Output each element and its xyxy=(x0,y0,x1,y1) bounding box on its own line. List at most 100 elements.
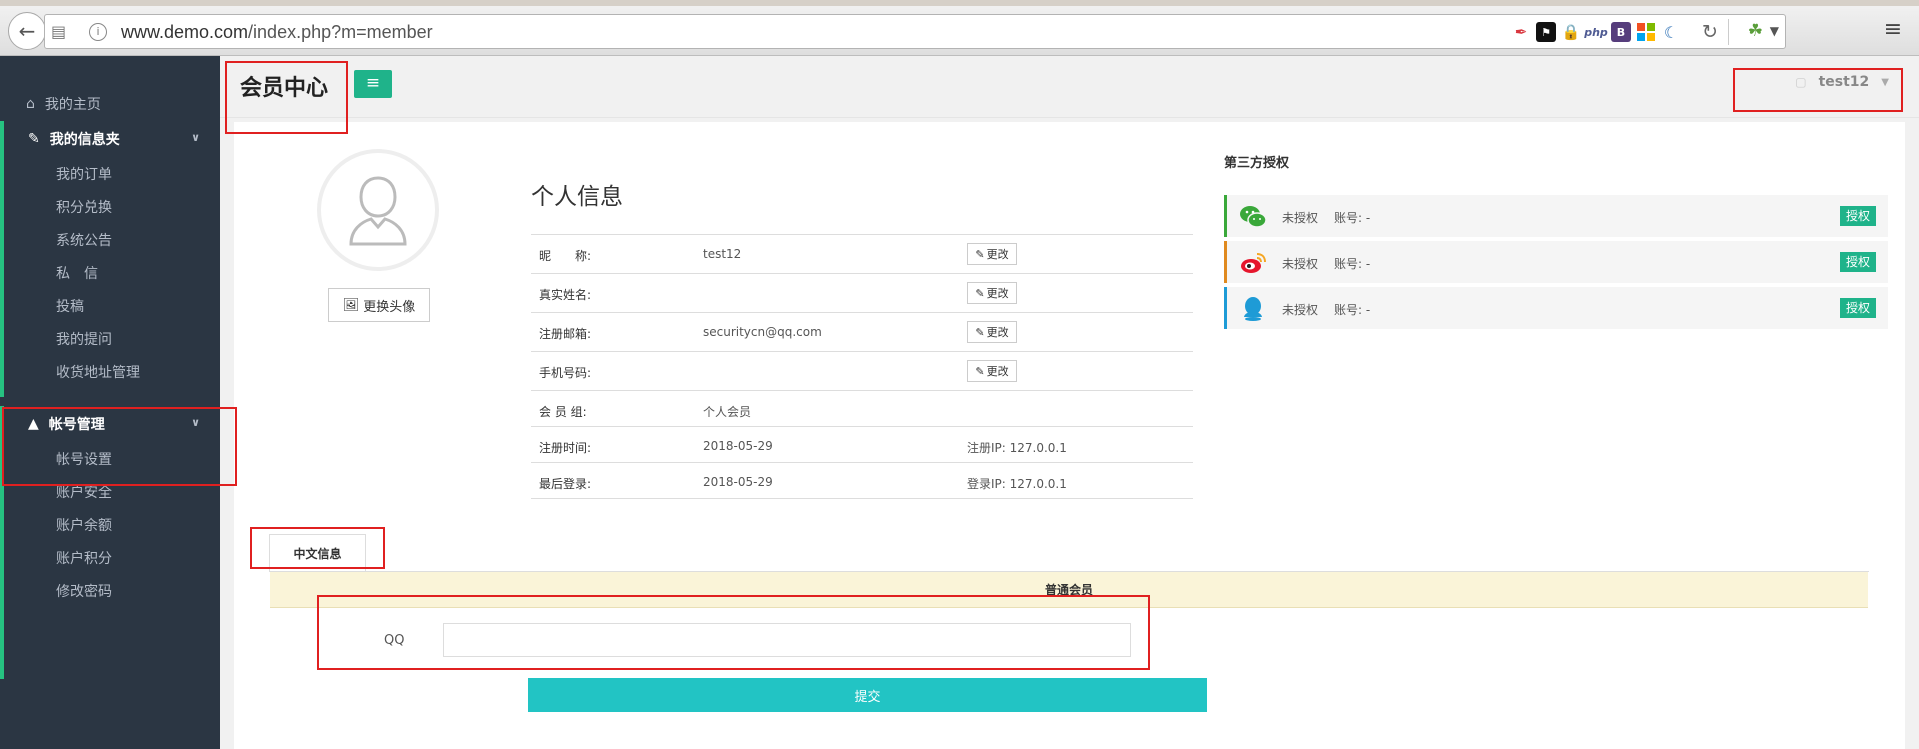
edit-label: 更改 xyxy=(986,326,1009,339)
browser-menu-icon[interactable]: ≡ xyxy=(1880,17,1906,43)
sidebar-group-title: 帐号管理 xyxy=(48,417,105,433)
flag-icon[interactable]: ⚑ xyxy=(1536,22,1556,42)
auth-status: 未授权 xyxy=(1282,211,1319,225)
leaf-extension-icon[interactable]: ☘ xyxy=(1748,21,1763,41)
menu-icon: ≡ xyxy=(365,73,381,93)
edit-phone-button[interactable]: ✎ 更改 xyxy=(967,360,1017,382)
avatar xyxy=(317,149,439,271)
row-value: 2018-05-29 xyxy=(703,475,773,489)
table-row: 会 员 组: 个人会员 xyxy=(531,390,1193,426)
edit-nickname-button[interactable]: ✎ 更改 xyxy=(967,243,1017,265)
authorize-qq-button[interactable]: 授权 xyxy=(1839,298,1876,318)
third-party-row-wechat: 未授权 账号: - 授权 xyxy=(1224,195,1888,237)
row-label: 手机号码: xyxy=(539,366,592,380)
auth-status: 未授权 xyxy=(1282,257,1319,271)
qq-input[interactable] xyxy=(443,623,1131,657)
edit-icon: ✎ xyxy=(975,325,985,339)
row-label: 注册邮箱: xyxy=(539,327,592,341)
sidebar-item-contribute[interactable]: 投稿 xyxy=(4,289,220,322)
edit-icon: ✎ xyxy=(975,247,985,261)
sidebar-item-account-settings[interactable]: 帐号设置 xyxy=(4,442,220,475)
sidebar-group-header[interactable]: ▲ 帐号管理 ∨ xyxy=(4,406,220,442)
edit-icon: ✎ xyxy=(975,364,985,378)
tab-strip xyxy=(0,0,1919,6)
sidebar-item-messages[interactable]: 私 信 xyxy=(4,256,220,289)
chevron-down-icon[interactable]: ▼ xyxy=(1770,24,1779,38)
edit-realname-button[interactable]: ✎ 更改 xyxy=(967,282,1017,304)
chevron-down-icon: ∨ xyxy=(191,131,200,144)
address-bar[interactable]: ▤ i www.demo.com/index.php?m=member ✒ ⚑ … xyxy=(44,14,1786,49)
lock-icon[interactable]: 🔒 xyxy=(1561,22,1581,42)
row-label: 注册时间: xyxy=(539,441,592,455)
table-row: 昵 称: test12 ✎ 更改 xyxy=(531,234,1193,273)
url-host: www.demo.com xyxy=(121,22,249,42)
table-row: 真实姓名: ✎ 更改 xyxy=(531,273,1193,312)
url-text[interactable]: www.demo.com/index.php?m=member xyxy=(121,22,433,43)
browser-toolbar: ← ▤ i www.demo.com/index.php?m=member ✒ … xyxy=(0,0,1919,56)
sidebar-group-header[interactable]: ✎ 我的信息夹 ∨ xyxy=(4,121,220,157)
auth-account: 账号: - xyxy=(1334,257,1371,271)
table-row: 注册时间: 2018-05-29 注册IP: 127.0.0.1 xyxy=(531,426,1193,462)
third-party-title: 第三方授权 xyxy=(1224,156,1290,171)
edit-icon: ✎ xyxy=(975,286,985,300)
sidebar-item-account-security[interactable]: 账户安全 xyxy=(4,475,220,508)
section-header: 普通会员 xyxy=(270,572,1868,608)
third-party-row-weibo: 未授权 账号: - 授权 xyxy=(1224,241,1888,283)
sidebar-item-announcements[interactable]: 系统公告 xyxy=(4,223,220,256)
table-row: 注册邮箱: securitycn@qq.com ✎ 更改 xyxy=(531,312,1193,351)
avatar-icon: ▢ xyxy=(1795,75,1807,89)
row-value: securitycn@qq.com xyxy=(703,325,822,339)
auth-account: 账号: - xyxy=(1334,303,1371,317)
divider xyxy=(1728,19,1729,45)
info-icon[interactable]: i xyxy=(89,23,107,41)
home-icon: ⌂ xyxy=(26,96,35,112)
sidebar-item-home[interactable]: ⌂ 我的主页 xyxy=(0,86,220,122)
sidebar-item-questions[interactable]: 我的提问 xyxy=(4,322,220,355)
image-icon: 🖼 xyxy=(342,297,360,313)
change-avatar-button[interactable]: 🖼 更换头像 xyxy=(328,288,430,322)
content-panel: 🖼 更换头像 个人信息 昵 称: test12 ✎ 更改 真实姓名: ✎ 更改 注册… xyxy=(234,122,1905,749)
third-party-row-qq: 未授权 账号: - 授权 xyxy=(1224,287,1888,329)
url-path: /index.php?m=member xyxy=(248,22,433,42)
back-button[interactable]: ← xyxy=(8,12,46,50)
extension-icons: ✒ ⚑ 🔒 php B ☾ xyxy=(1511,22,1681,42)
page-title: 会员中心 xyxy=(240,76,329,101)
row-label: 真实姓名: xyxy=(539,288,592,302)
tab-chinese-info[interactable]: 中文信息 xyxy=(269,534,366,572)
authorize-wechat-button[interactable]: 授权 xyxy=(1839,206,1876,226)
row-label: 最后登录: xyxy=(539,477,592,491)
sidebar-item-balance[interactable]: 账户余额 xyxy=(4,508,220,541)
change-avatar-label: 更换头像 xyxy=(363,299,416,315)
sidebar-group-account: ▲ 帐号管理 ∨ 帐号设置 账户安全 账户余额 账户积分 修改密码 xyxy=(0,406,220,679)
submit-button[interactable]: 提交 xyxy=(528,678,1207,712)
sidebar-item-addresses[interactable]: 收货地址管理 xyxy=(4,355,220,388)
sidebar-toggle-button[interactable]: ≡ xyxy=(354,70,392,98)
sidebar-item-orders[interactable]: 我的订单 xyxy=(4,157,220,190)
person-icon xyxy=(349,176,407,246)
folder-icon: ▤ xyxy=(51,22,67,41)
profile-table: 昵 称: test12 ✎ 更改 真实姓名: ✎ 更改 注册邮箱: security… xyxy=(531,234,1193,499)
sidebar-item-points[interactable]: 账户积分 xyxy=(4,541,220,574)
bootstrap-icon[interactable]: B xyxy=(1611,22,1631,42)
table-row: 手机号码: ✎ 更改 xyxy=(531,351,1193,390)
profile-title: 个人信息 xyxy=(531,184,623,210)
feather-icon[interactable]: ✒ xyxy=(1511,22,1531,42)
wave-icon[interactable]: ☾ xyxy=(1661,22,1681,42)
table-row: 最后登录: 2018-05-29 登录IP: 127.0.0.1 xyxy=(531,462,1193,498)
user-menu[interactable]: ▢ test12 ▼ xyxy=(1795,74,1889,90)
row-label: 会 员 组: xyxy=(539,405,587,419)
php-icon[interactable]: php xyxy=(1584,22,1608,42)
authorize-weibo-button[interactable]: 授权 xyxy=(1839,252,1876,272)
qq-icon xyxy=(1244,297,1262,321)
sidebar-item-change-password[interactable]: 修改密码 xyxy=(4,574,220,607)
row-value: 2018-05-29 xyxy=(703,439,773,453)
windows-icon[interactable] xyxy=(1636,22,1656,42)
reload-icon[interactable]: ↻ xyxy=(1697,21,1723,43)
edit-email-button[interactable]: ✎ 更改 xyxy=(967,321,1017,343)
row-value: test12 xyxy=(703,247,742,261)
sidebar: ⌂ 我的主页 ✎ 我的信息夹 ∨ 我的订单 积分兑换 系统公告 私 信 投稿 我… xyxy=(0,56,220,749)
sidebar-item-points-exchange[interactable]: 积分兑换 xyxy=(4,190,220,223)
page-header: 会员中心 ≡ ▢ test12 ▼ xyxy=(220,56,1919,118)
qq-label: QQ xyxy=(384,633,405,648)
chevron-down-icon: ▼ xyxy=(1881,76,1889,88)
